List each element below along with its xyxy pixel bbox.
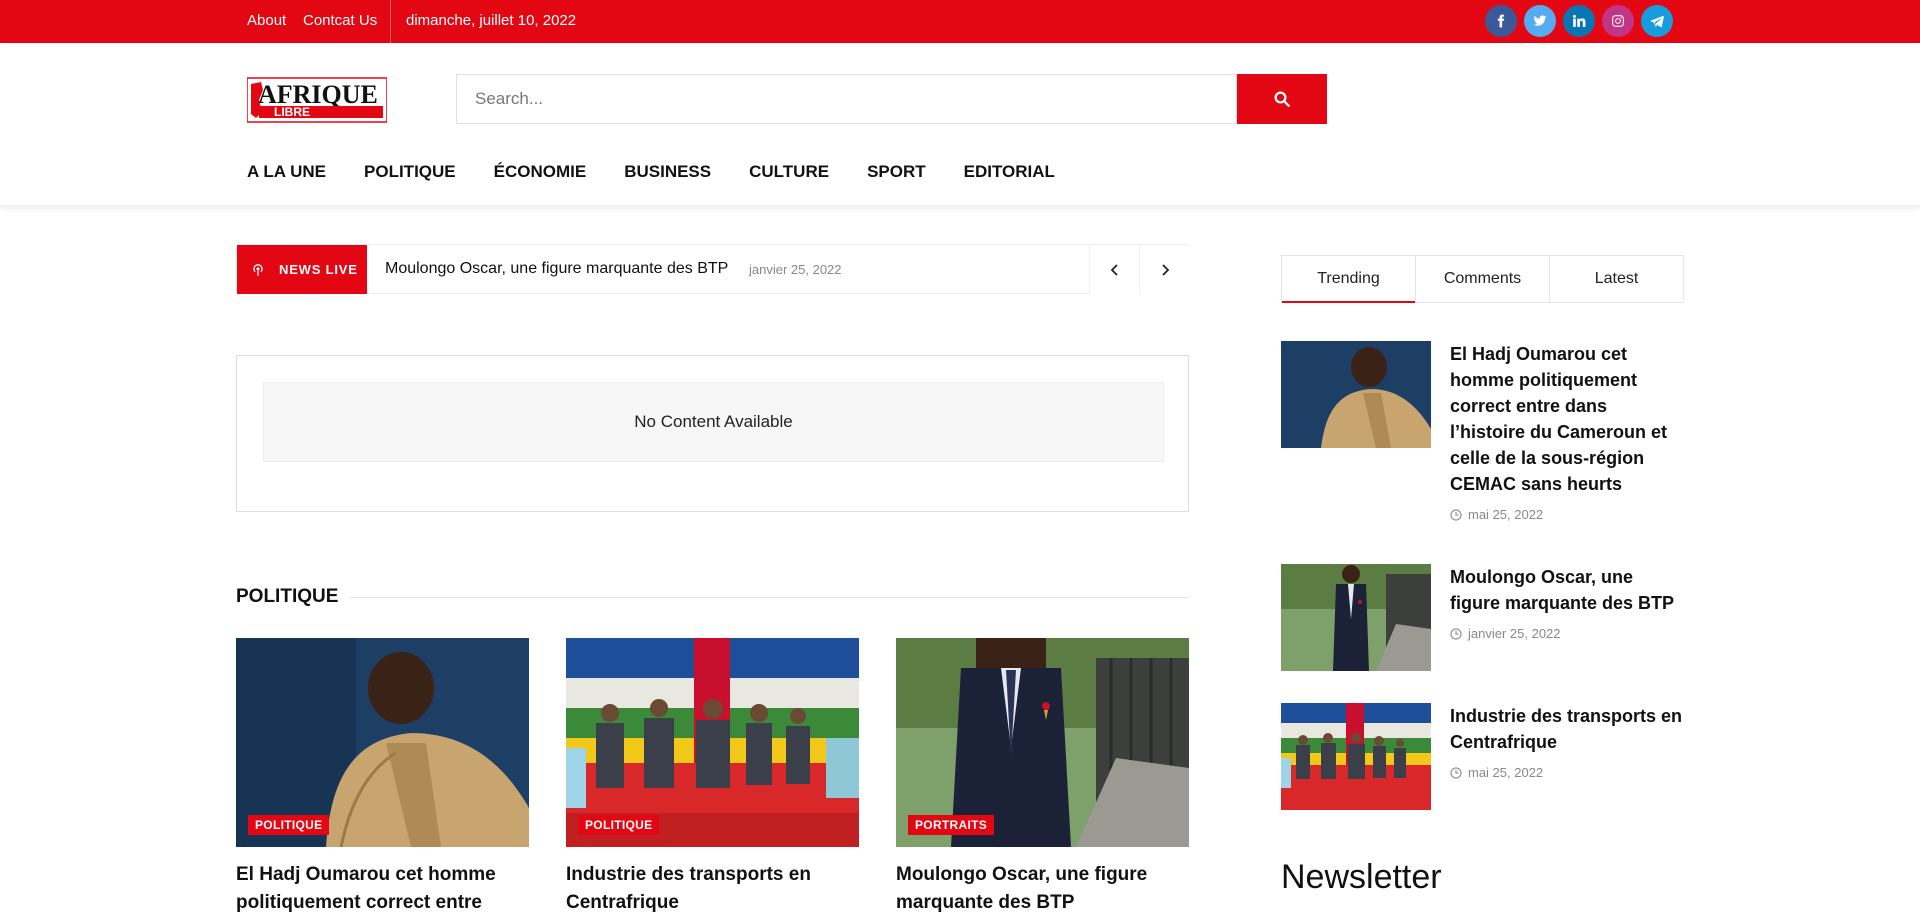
ticker-next-button[interactable]	[1139, 245, 1189, 294]
ticker-date: janvier 25, 2022	[749, 262, 842, 277]
article-card[interactable]: POLITIQUE El Hadj Oumarou cet homme poli…	[236, 638, 529, 913]
sidebar-post-meta: mai 25, 2022	[1450, 765, 1685, 780]
sidebar-tabs: Trending Comments Latest	[1281, 255, 1684, 303]
site-logo[interactable]: AFRIQUE LIBRE	[247, 76, 387, 124]
sidebar-post-date: janvier 25, 2022	[1468, 626, 1561, 641]
article-card[interactable]: PORTRAITS Moulongo Oscar, une figure mar…	[896, 638, 1189, 913]
nav-item-business[interactable]: BUSINESS	[624, 162, 711, 182]
nav-item-a-la-une[interactable]: A LA UNE	[247, 162, 326, 182]
clock-icon	[1450, 766, 1462, 779]
category-badge[interactable]: POLITIQUE	[578, 815, 660, 835]
tab-comments[interactable]: Comments	[1416, 256, 1550, 302]
site-header: AFRIQUE LIBRE A LA UNE POLITIQUE ÉCONOMI…	[0, 43, 1920, 205]
news-live-label: NEWS LIVE	[279, 262, 358, 277]
sidebar-post-meta: janvier 25, 2022	[1450, 626, 1685, 641]
section-divider	[350, 597, 1189, 598]
sidebar-post-text: El Hadj Oumarou cet homme politiquement …	[1450, 341, 1685, 522]
clock-icon	[1450, 508, 1462, 521]
sidebar-post-text: Moulongo Oscar, une figure marquante des…	[1450, 564, 1685, 654]
sidebar-post-date: mai 25, 2022	[1468, 765, 1544, 780]
sidebar-post-title[interactable]: Moulongo Oscar, une figure marquante des…	[1450, 564, 1685, 616]
nav-item-politique[interactable]: POLITIQUE	[364, 162, 456, 182]
article-title[interactable]: El Hadj Oumarou cet homme politiquement …	[236, 861, 529, 913]
top-bar: About Contcat Us dimanche, juillet 10, 2…	[0, 0, 1920, 43]
instagram-icon[interactable]	[1602, 5, 1634, 37]
sidebar-post-image[interactable]	[1281, 703, 1431, 810]
category-badge[interactable]: POLITIQUE	[248, 815, 330, 835]
sidebar-post-date: mai 25, 2022	[1468, 507, 1544, 522]
current-date: dimanche, juillet 10, 2022	[406, 12, 577, 29]
article-title[interactable]: Industrie des transports en Centrafrique	[566, 861, 859, 913]
twitter-icon[interactable]	[1524, 5, 1556, 37]
clock-icon	[1450, 627, 1462, 640]
content-box: No Content Available	[236, 355, 1189, 512]
main-nav: A LA UNE POLITIQUE ÉCONOMIE BUSINESS CUL…	[247, 162, 1093, 182]
newsletter-title: Newsletter	[1281, 858, 1442, 896]
sidebar-post-text: Industrie des transports en Centrafrique…	[1450, 703, 1685, 793]
broadcast-icon	[253, 263, 263, 276]
article-card[interactable]: POLITIQUE Industrie des transports en Ce…	[566, 638, 859, 913]
sidebar-post-image[interactable]	[1281, 341, 1431, 448]
ticker-prev-button[interactable]	[1089, 245, 1139, 294]
no-content-message: No Content Available	[263, 382, 1164, 462]
category-badge[interactable]: PORTRAITS	[908, 815, 995, 835]
article-image[interactable]: PORTRAITS	[896, 638, 1189, 847]
contact-link[interactable]: Contcat Us	[303, 12, 377, 29]
svg-text:LIBRE: LIBRE	[274, 105, 310, 119]
top-divider	[390, 0, 391, 43]
search-button[interactable]	[1237, 74, 1327, 124]
nav-item-economie[interactable]: ÉCONOMIE	[494, 162, 587, 182]
nav-item-editorial[interactable]: EDITORIAL	[964, 162, 1055, 182]
article-image[interactable]: POLITIQUE	[236, 638, 529, 847]
ticker-headline[interactable]: Moulongo Oscar, une figure marquante des…	[385, 260, 728, 278]
telegram-icon[interactable]	[1641, 5, 1673, 37]
search-input[interactable]	[456, 74, 1237, 124]
sidebar-post-image[interactable]	[1281, 564, 1431, 671]
chevron-right-icon	[1161, 263, 1169, 276]
news-ticker: NEWS LIVE Moulongo Oscar, une figure mar…	[236, 244, 1189, 294]
article-image[interactable]: POLITIQUE	[566, 638, 859, 847]
news-live-badge: NEWS LIVE	[237, 245, 367, 294]
chevron-left-icon	[1110, 263, 1118, 276]
section-title[interactable]: POLITIQUE	[236, 586, 338, 608]
sidebar-post-title[interactable]: Industrie des transports en Centrafrique	[1450, 703, 1685, 755]
tab-trending[interactable]: Trending	[1282, 256, 1416, 303]
linkedin-icon[interactable]	[1563, 5, 1595, 37]
search-icon	[1274, 91, 1290, 107]
tab-latest[interactable]: Latest	[1550, 256, 1683, 302]
facebook-icon[interactable]	[1485, 5, 1517, 37]
about-link[interactable]: About	[247, 12, 286, 29]
nav-item-culture[interactable]: CULTURE	[749, 162, 829, 182]
sidebar-post-meta: mai 25, 2022	[1450, 507, 1685, 522]
nav-item-sport[interactable]: SPORT	[867, 162, 926, 182]
sidebar-post-title[interactable]: El Hadj Oumarou cet homme politiquement …	[1450, 341, 1685, 497]
article-title[interactable]: Moulongo Oscar, une figure marquante des…	[896, 861, 1189, 913]
